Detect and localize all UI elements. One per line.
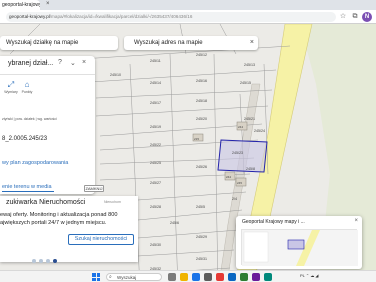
ad-title: zukiwarka Nieruchomości <box>6 199 86 206</box>
url-host: geoportal-krajowy.pl <box>9 14 50 19</box>
divider <box>0 74 95 75</box>
parcel-number-label: 245/24 <box>254 129 265 133</box>
parcel-number-label: 245/28 <box>150 205 161 209</box>
star-icon[interactable]: ☆ <box>338 12 348 22</box>
building-number-label: 215 <box>194 137 199 141</box>
parcel-number-label: 245/23 <box>232 151 243 155</box>
carousel-dot[interactable] <box>46 259 50 263</box>
taskbar-search-label: Wyszukaj <box>117 275 137 280</box>
mail-icon[interactable] <box>228 273 236 281</box>
url-field[interactable]: geoportal-krajowy.pl/mapa/#lokalizacja/i… <box>6 12 336 22</box>
address-search-input[interactable]: Wyszukaj adres na mapie × <box>124 36 258 50</box>
app-icon[interactable] <box>252 273 260 281</box>
search-icon: ⌕ <box>109 274 112 280</box>
address-bar: geoportal-krajowy.pl/mapa/#lokalizacja/i… <box>0 10 376 24</box>
parcel-number-label: 245/22 <box>150 143 161 147</box>
parcel-number-label: 245/19 <box>150 125 161 129</box>
building-number-label: 244 <box>238 125 243 129</box>
search-properties-button[interactable]: Szukaj nieruchomości <box>68 234 134 245</box>
parcel-number-label: 245/21 <box>244 117 255 121</box>
carousel-dot[interactable] <box>39 259 43 263</box>
building-number-label: 244 <box>226 175 231 179</box>
parcel-number-label: 245/12 <box>196 53 207 57</box>
ad-text-line: ajwiększych portali 24/7 w jednym miejsc… <box>0 220 107 226</box>
browser-tab-bar: geoportal-krajowy | dzia × <box>0 0 376 10</box>
parcel-number-label: 245/26 <box>196 165 207 169</box>
parcel-number-label: 245/17 <box>150 101 161 105</box>
points-icon: ⌂ <box>24 80 30 89</box>
carousel-dot[interactable] <box>32 259 36 263</box>
parcel-number-label: 245/16 <box>196 79 207 83</box>
browser-tab[interactable]: geoportal-krajowy | dzia <box>0 0 40 10</box>
link-underline <box>2 191 54 192</box>
real-estate-ad: zukiwarka Nieruchomości Nieruchom ewaj o… <box>0 196 138 263</box>
chevron-down-icon[interactable]: ⌄ <box>70 59 76 67</box>
store-icon[interactable] <box>204 273 212 281</box>
parcel-info-panel: ybranej dział... ? ⌄ × ⤢ Wymiary ⌂ Punkt… <box>0 56 95 194</box>
avatar[interactable]: N <box>362 12 372 22</box>
parcel-number-label: 245/6 <box>170 221 179 225</box>
carousel-dot-active[interactable] <box>53 259 57 263</box>
points-label: Punkty <box>21 90 33 94</box>
zoning-plan-link[interactable]: wy plan zagospodarowania <box>2 160 68 166</box>
address-search-label: Wyszukaj adres na mapie <box>134 40 203 46</box>
help-icon[interactable]: ? <box>58 59 62 66</box>
parcel-tags: ztyński | pow. działek | wg. wartości <box>2 117 57 121</box>
window-preview[interactable]: Geoportal Krajowy mapy i ... × <box>236 216 362 269</box>
url-path: /mapa/#lokalizacja/id=/kwalifikacja/parc… <box>49 14 193 19</box>
app-icon[interactable] <box>240 273 248 281</box>
windows-start-icon[interactable] <box>92 273 100 281</box>
parcel-number-label: 245/31 <box>196 257 207 261</box>
file-explorer-icon[interactable] <box>180 273 188 281</box>
tab-close-icon[interactable]: × <box>46 1 50 7</box>
carousel-dots <box>32 250 60 268</box>
parcel-number-label: 245/5 <box>196 205 205 209</box>
app-icon[interactable] <box>264 273 272 281</box>
parcel-number-label: 2/4 <box>232 197 237 201</box>
parcel-number-label: 245/20 <box>196 117 207 121</box>
parcel-number-label: 245/25 <box>150 161 161 165</box>
building-number-label: 245 <box>237 181 242 185</box>
parcel-number-label: 245/30 <box>150 243 161 247</box>
points-button[interactable]: ⌂ Punkty <box>18 80 36 94</box>
chrome-icon[interactable] <box>216 273 224 281</box>
taskbar: ⌕ Wyszukaj PL ⌃ ☁ ◢ <box>0 270 376 282</box>
parcel-number-label: 245/18 <box>196 99 207 103</box>
taskbar-search[interactable]: ⌕ Wyszukaj <box>106 273 162 281</box>
ad-text-line: ewaj oferty. Monitoring i aktualizacja p… <box>0 212 118 218</box>
parcel-number-label: 245/14 <box>150 81 161 85</box>
edge-icon[interactable] <box>192 273 200 281</box>
close-icon[interactable]: × <box>82 59 86 66</box>
utilities-link[interactable]: enie terenu w media <box>2 184 52 190</box>
parcel-number-label: 245/15 <box>240 81 251 85</box>
close-panel-button[interactable]: ZAMKNIJ <box>84 185 104 192</box>
parcel-number-label: 245/11 <box>150 59 161 63</box>
parcel-number-label: 245/10 <box>110 73 121 77</box>
close-icon[interactable]: × <box>354 218 358 224</box>
preview-title: Geoportal Krajowy mapy i ... <box>242 219 305 225</box>
close-icon[interactable]: × <box>250 36 254 50</box>
parcel-number-label: 245/13 <box>244 63 255 67</box>
parcel-search-input[interactable]: Wyszukaj działkę na mapie <box>0 36 118 50</box>
system-tray[interactable]: PL ⌃ ☁ ◢ <box>300 273 319 278</box>
parcel-number-label: 245/27 <box>150 181 161 185</box>
parcel-number-label: 245/29 <box>196 235 207 239</box>
parcel-id: 8_2.0005.245/23 <box>2 136 48 142</box>
extensions-icon[interactable]: ⧉ <box>350 12 360 22</box>
ad-logo: Nieruchom <box>104 200 121 204</box>
preview-thumbnail <box>241 229 358 266</box>
parcel-number-label: 245/8 <box>246 167 255 171</box>
task-view-icon[interactable] <box>168 273 176 281</box>
panel-title: ybranej dział... <box>8 60 54 67</box>
